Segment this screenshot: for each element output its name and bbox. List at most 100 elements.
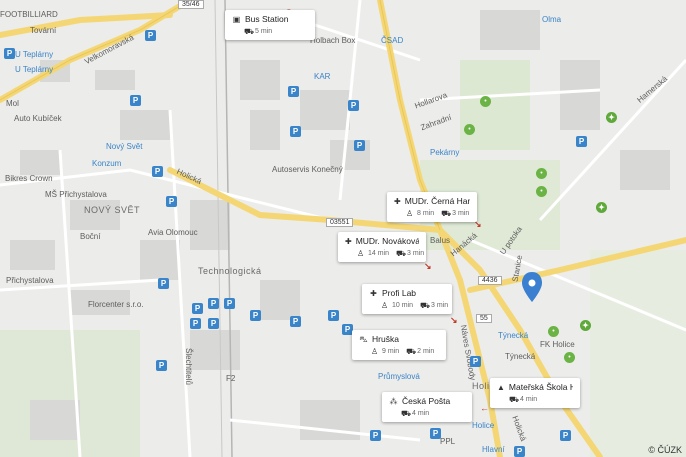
place-label: PPL xyxy=(440,437,456,446)
place-label: Hlavní xyxy=(482,445,505,454)
place-label: Holbach Box xyxy=(310,36,356,45)
place-label: Mol xyxy=(6,99,19,108)
parking-icon[interactable]: P xyxy=(190,318,201,329)
parking-icon[interactable]: P xyxy=(576,136,587,147)
car-icon: ⛟ xyxy=(420,301,431,310)
parking-icon[interactable]: P xyxy=(166,196,177,207)
road-number-tag: 03551 xyxy=(326,218,354,227)
tree-icon: • xyxy=(536,168,547,179)
poi-card-mudr-cerna-hana[interactable]: ✚ MUDr. Černá Hana ♙ 8 min ⛟ 3 min xyxy=(387,192,477,222)
poi-card-hruska[interactable]: ⛍ Hruška ♙ 9 min ⛟ 2 min xyxy=(352,330,446,360)
direction-arrow-icon: ↘ xyxy=(450,315,458,325)
parking-icon[interactable]: P xyxy=(145,30,156,41)
direction-arrow-icon: ↘ xyxy=(424,261,432,271)
parking-icon[interactable]: P xyxy=(288,86,299,97)
poi-card-title: Hruška xyxy=(372,334,399,344)
parking-icon[interactable]: P xyxy=(158,278,169,289)
parking-icon[interactable]: P xyxy=(470,356,481,367)
travel-time: 2 min xyxy=(417,348,435,355)
map-credit: © ČÚZK xyxy=(648,445,682,455)
parking-icon[interactable]: P xyxy=(290,316,301,327)
car-icon: ⛟ xyxy=(244,27,255,36)
parking-icon[interactable]: P xyxy=(156,360,167,371)
poi-card-title: Profi Lab xyxy=(382,288,417,298)
tree-icon: • xyxy=(480,96,491,107)
street-label: Šlechtitelů xyxy=(183,348,193,385)
car-icon: ⛟ xyxy=(441,209,452,218)
poi-card-bus-station[interactable]: ▣ Bus Station ⛟ 5 min xyxy=(225,10,315,40)
tree-icon: • xyxy=(548,326,559,337)
post-icon: ⁂ xyxy=(389,396,398,406)
tree-icon: • xyxy=(536,186,547,197)
car-icon: ⛟ xyxy=(396,249,407,258)
poi-card-title: MUDr. Černá Hana xyxy=(404,196,470,206)
poi-card-mudr-novakova[interactable]: ✚MUDr. Nováková ... ♙14 min ⛟3 min xyxy=(338,232,426,262)
parking-icon[interactable]: P xyxy=(370,430,381,441)
walk-icon: ♙ xyxy=(406,209,414,218)
travel-time: 3 min xyxy=(407,250,425,257)
travel-time: 9 min xyxy=(382,348,400,355)
street-label: Technologická xyxy=(198,266,262,276)
poi-card-materska-skola[interactable]: ▲Mateřská Škola H... ⛟4 min xyxy=(490,378,580,408)
parking-icon[interactable]: P xyxy=(130,95,141,106)
parking-icon[interactable]: P xyxy=(430,428,441,439)
playground-icon[interactable]: ✦ xyxy=(580,320,591,331)
street-label: Boční xyxy=(80,232,101,241)
playground-icon[interactable]: ✦ xyxy=(596,202,607,213)
place-label: Přichystalova xyxy=(6,276,54,285)
place-label: U Teplárny xyxy=(15,65,54,74)
place-label: Autoservis Konečný xyxy=(272,165,343,174)
parking-icon[interactable]: P xyxy=(328,310,339,321)
travel-time: 10 min xyxy=(392,302,414,309)
travel-time: 5 min xyxy=(255,28,273,35)
poi-card-profi-lab[interactable]: ✚ Profi Lab ♙ 10 min ⛟ 3 min xyxy=(362,284,452,314)
parking-icon[interactable]: P xyxy=(560,430,571,441)
walk-icon: ♙ xyxy=(371,347,379,356)
poi-card-title: Bus Station xyxy=(245,14,289,24)
place-label: Avia Olomouc xyxy=(148,228,198,237)
parking-icon[interactable]: P xyxy=(354,140,365,151)
medical-cross-icon: ✚ xyxy=(370,288,377,298)
parking-icon[interactable]: P xyxy=(208,318,219,329)
car-icon: ⛟ xyxy=(401,409,412,418)
place-label: FOOTBILLIARD xyxy=(0,10,58,19)
road-number-tag: 4436 xyxy=(478,276,502,285)
poi-card-title: MUDr. Nováková ... xyxy=(355,236,419,246)
parking-icon[interactable]: P xyxy=(192,303,203,314)
road-number-tag: 55 xyxy=(476,314,492,323)
parking-icon[interactable]: P xyxy=(250,310,261,321)
district-label: NOVÝ SVĚT xyxy=(84,205,141,215)
playground-icon[interactable]: ✦ xyxy=(606,112,617,123)
place-label: Týnecká xyxy=(498,331,529,340)
street-label: Tovární xyxy=(30,26,57,35)
place-label: Holice xyxy=(472,421,495,430)
place-label: Nový Svět xyxy=(106,142,143,151)
place-label: F2 xyxy=(226,374,236,383)
tree-icon: • xyxy=(564,352,575,363)
map-canvas[interactable] xyxy=(0,0,686,457)
parking-icon[interactable]: P xyxy=(208,298,219,309)
place-label: ČSAD xyxy=(381,36,404,45)
parking-icon[interactable]: P xyxy=(224,298,235,309)
parking-icon[interactable]: P xyxy=(290,126,301,137)
place-label: KAR xyxy=(314,72,331,81)
road-number-tag: 35/46 xyxy=(178,0,204,9)
place-label: FK Holice xyxy=(540,340,575,349)
place-label: Průmyslová xyxy=(378,372,420,381)
place-label: Florcenter s.r.o. xyxy=(88,300,144,309)
medical-cross-icon: ✚ xyxy=(345,236,352,246)
poi-card-title: Česká Pošta xyxy=(402,396,451,406)
poi-card-ceska-posta[interactable]: ⁂ Česká Pošta ⛟ 4 min xyxy=(382,392,472,422)
place-label: MŠ Přichystalova xyxy=(45,190,107,199)
parking-icon[interactable]: P xyxy=(514,446,525,457)
direction-arrow-icon: ← xyxy=(480,403,489,413)
parking-icon[interactable]: P xyxy=(348,100,359,111)
parking-icon[interactable]: P xyxy=(4,48,15,59)
school-icon: ▲ xyxy=(497,382,505,392)
place-label: U Teplárny xyxy=(15,50,54,59)
street-label: Týnecká xyxy=(505,352,536,361)
parking-icon[interactable]: P xyxy=(152,166,163,177)
travel-time: 4 min xyxy=(520,396,538,403)
walk-icon: ♙ xyxy=(357,249,365,258)
cart-icon: ⛍ xyxy=(359,334,368,344)
